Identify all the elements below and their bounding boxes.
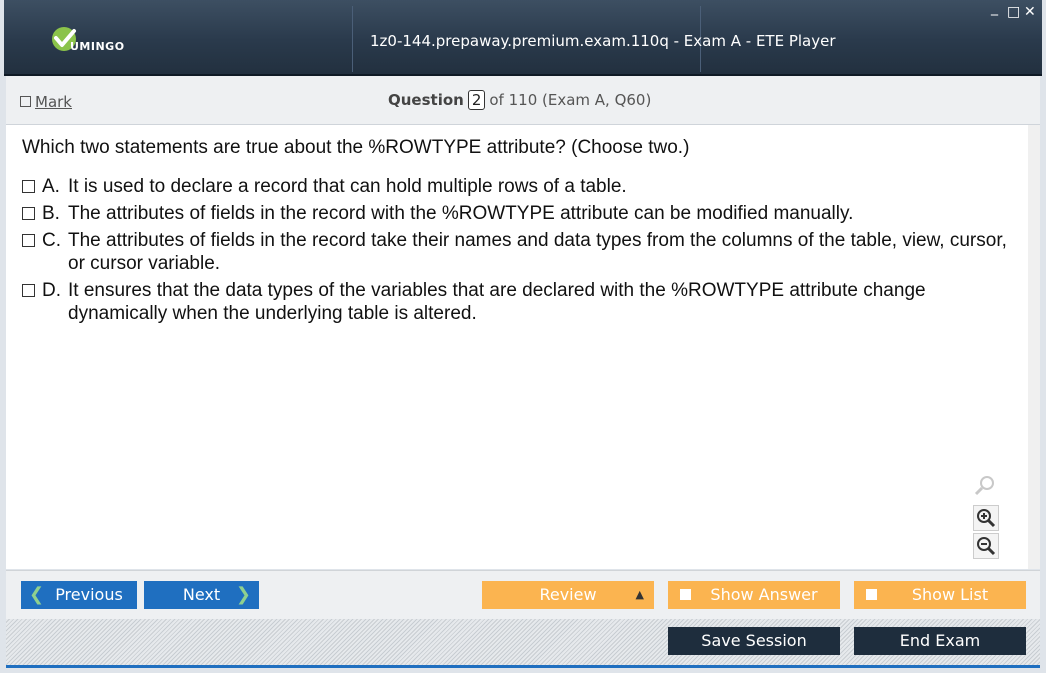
show-answer-label: Show Answer [710, 585, 818, 604]
show-list-label: Show List [911, 585, 989, 604]
logo-text: UMINGO [70, 40, 125, 53]
show-list-button[interactable]: Show List [854, 581, 1026, 609]
checkbox-icon[interactable] [22, 284, 35, 297]
navigation-bar: ❮ Previous Next ❯ Review ▲ Show Answer S… [6, 570, 1040, 619]
zoom-in-icon[interactable] [973, 505, 999, 531]
next-button[interactable]: Next ❯ [144, 581, 259, 609]
close-button[interactable]: ✕ [1024, 4, 1036, 20]
option-text: The attributes of fields in the record w… [68, 203, 854, 224]
option-letter: C. [42, 230, 61, 251]
option-letter: A. [42, 176, 60, 197]
checkbox-icon[interactable] [22, 207, 35, 220]
checkbox-icon[interactable] [866, 589, 877, 600]
app-window: UMINGO 1z0-144.prepaway.premium.exam.110… [0, 0, 1046, 673]
show-answer-button[interactable]: Show Answer [668, 581, 840, 609]
mark-label: Mark [35, 93, 72, 111]
option-text: It is used to declare a record that can … [68, 176, 627, 197]
bottom-accent-line [6, 665, 1040, 668]
question-number-input[interactable]: 2 [467, 90, 486, 110]
action-bar: Save Session End Exam [6, 619, 1040, 665]
question-counter: Question 2 of 110 (Exam A, Q60) [388, 90, 651, 110]
mark-checkbox[interactable]: Mark [20, 93, 72, 111]
maximize-button[interactable]: □ [1007, 4, 1020, 20]
checkbox-icon[interactable] [22, 234, 35, 247]
question-body: Which two statements are true about the … [6, 125, 1028, 569]
checkbox-icon[interactable] [22, 180, 35, 193]
minimize-button[interactable]: _ [991, 0, 998, 16]
option-text: The attributes of fields in the record t… [68, 230, 1007, 274]
zoom-out-icon[interactable] [973, 533, 999, 559]
review-button[interactable]: Review ▲ [482, 581, 654, 609]
triangle-up-icon: ▲ [635, 588, 644, 601]
title-separator [352, 6, 353, 72]
question-label: Question [388, 91, 464, 109]
answer-option-b[interactable]: B. The attributes of fields in the recor… [22, 202, 1012, 225]
previous-button[interactable]: ❮ Previous [21, 581, 137, 609]
end-exam-button[interactable]: End Exam [854, 627, 1026, 655]
question-suffix: of 110 (Exam A, Q60) [489, 91, 652, 109]
answer-options: A. It is used to declare a record that c… [22, 175, 1012, 329]
review-label: Review [539, 585, 597, 604]
mark-checkbox-icon [20, 96, 31, 107]
question-header: Mark Question 2 of 110 (Exam A, Q60) [6, 76, 1040, 125]
zoom-reset-icon[interactable] [973, 474, 997, 498]
window-title: 1z0-144.prepaway.premium.exam.110q - Exa… [370, 32, 836, 50]
chevron-right-icon: ❯ [235, 584, 251, 605]
title-bar: UMINGO 1z0-144.prepaway.premium.exam.110… [4, 0, 1042, 76]
next-label: Next [182, 585, 221, 604]
option-text: It ensures that the data types of the va… [68, 280, 926, 324]
save-session-button[interactable]: Save Session [668, 627, 840, 655]
previous-label: Previous [55, 585, 123, 604]
option-letter: D. [42, 280, 61, 301]
answer-option-d[interactable]: D. It ensures that the data types of the… [22, 279, 1012, 325]
question-text: Which two statements are true about the … [22, 137, 690, 158]
option-letter: B. [42, 203, 60, 224]
answer-option-a[interactable]: A. It is used to declare a record that c… [22, 175, 1012, 198]
answer-option-c[interactable]: C. The attributes of fields in the recor… [22, 229, 1012, 275]
checkbox-icon[interactable] [680, 589, 691, 600]
chevron-left-icon: ❮ [29, 584, 45, 605]
vertical-scrollbar[interactable] [1028, 125, 1040, 569]
